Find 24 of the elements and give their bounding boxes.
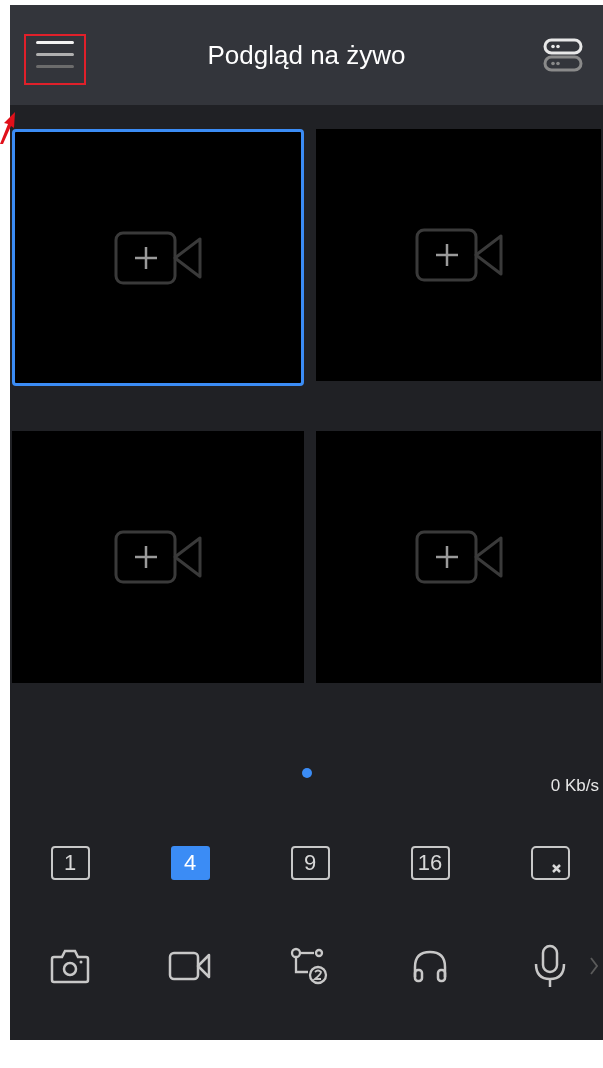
add-camera-icon (414, 530, 503, 584)
video-camera-icon (168, 951, 212, 981)
add-camera-icon (114, 530, 202, 584)
stream-switch-icon (290, 947, 330, 985)
microphone-icon (533, 944, 567, 988)
server-icon (543, 38, 583, 72)
video-tile[interactable] (12, 431, 304, 683)
video-tile[interactable] (12, 129, 304, 386)
layout-button[interactable]: 9 (290, 846, 330, 880)
video-tile[interactable] (316, 431, 601, 683)
headphones-icon (411, 949, 449, 983)
screen-title: Podgląd na żywo (207, 38, 406, 72)
menu-icon (36, 40, 74, 70)
annotation-arrow (0, 110, 16, 144)
layout-button[interactable]: 1 (50, 846, 90, 880)
annotation-box (24, 34, 86, 85)
camera-icon (49, 948, 90, 984)
add-camera-icon (414, 228, 503, 282)
layout-button[interactable]: 16 (410, 846, 450, 880)
close-window-icon (530, 846, 570, 880)
video-tile[interactable] (316, 129, 601, 381)
close-window-button[interactable] (530, 846, 570, 880)
add-camera-icon (114, 230, 202, 285)
bitrate-label: 0 Kb/s (550, 775, 599, 797)
